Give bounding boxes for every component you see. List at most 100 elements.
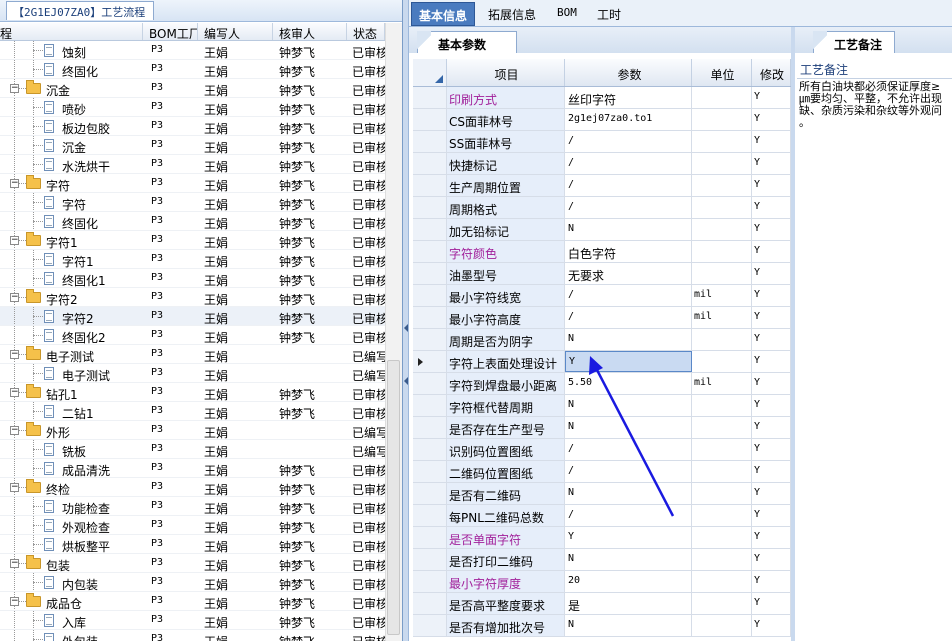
row-header[interactable] <box>413 571 447 592</box>
param-value-cell[interactable]: / <box>565 439 692 460</box>
col-process[interactable]: 程 <box>0 23 143 40</box>
tree-node-cell[interactable]: 功能检查 <box>0 497 143 515</box>
param-modify-cell[interactable]: Y <box>752 615 791 636</box>
collapse-toggle-icon[interactable]: − <box>10 350 19 359</box>
row-header[interactable] <box>413 87 447 108</box>
tree-node-cell[interactable]: 入库 <box>0 611 143 629</box>
collapse-toggle-icon[interactable]: − <box>10 388 19 397</box>
param-modify-cell[interactable]: Y <box>752 263 791 284</box>
tab-basic-info[interactable]: 基本信息 <box>411 2 476 26</box>
row-header[interactable] <box>413 483 447 504</box>
param-value-cell[interactable]: / <box>565 505 692 526</box>
tree-group-row[interactable]: − 字符2 P3 王娟 钟梦飞 已审核 <box>0 288 385 307</box>
tree-step-row[interactable]: 终固化 P3 王娟 钟梦飞 已审核 <box>0 60 385 79</box>
param-modify-cell[interactable]: Y <box>752 241 791 262</box>
tree-step-row[interactable]: 喷砂 P3 王娟 钟梦飞 已审核 <box>0 98 385 117</box>
tree-group-row[interactable]: − 终检 P3 王娟 钟梦飞 已审核 <box>0 478 385 497</box>
param-row[interactable]: 周期是否为阴字 N Y <box>413 329 791 351</box>
param-row[interactable]: SS面菲林号 / Y <box>413 131 791 153</box>
row-header[interactable] <box>413 241 447 262</box>
tree-step-row[interactable]: 功能检查 P3 王娟 钟梦飞 已审核 <box>0 497 385 516</box>
tree-node-cell[interactable]: 沉金 <box>0 136 143 154</box>
tree-node-cell[interactable]: − 外形 <box>0 421 143 439</box>
tree-node-cell[interactable]: 喷砂 <box>0 98 143 116</box>
tree-step-row[interactable]: 电子测试 P3 王娟 已编写 <box>0 364 385 383</box>
tree-group-row[interactable]: − 字符 P3 王娟 钟梦飞 已审核 <box>0 174 385 193</box>
tree-node-cell[interactable]: 烘板整平 <box>0 535 143 553</box>
param-modify-cell[interactable]: Y <box>752 439 791 460</box>
tree-node-cell[interactable]: 铣板 <box>0 440 143 458</box>
param-row[interactable]: 识别码位置图纸 / Y <box>413 439 791 461</box>
tree-node-cell[interactable]: 内包装 <box>0 573 143 591</box>
tree-step-row[interactable]: 内包装 P3 王娟 钟梦飞 已审核 <box>0 573 385 592</box>
param-row[interactable]: 是否高平整度要求是 Y <box>413 593 791 615</box>
row-header[interactable] <box>413 461 447 482</box>
param-value-cell[interactable]: / <box>565 131 692 152</box>
tab-bom[interactable]: BOM <box>550 2 584 26</box>
param-row[interactable]: 周期格式 / Y <box>413 197 791 219</box>
param-value-cell[interactable]: / <box>565 197 692 218</box>
param-value-cell[interactable]: N <box>565 219 692 240</box>
param-value-cell[interactable]: / <box>565 153 692 174</box>
param-modify-cell[interactable]: Y <box>752 329 791 350</box>
row-header[interactable] <box>413 153 447 174</box>
param-value-cell[interactable]: N <box>565 549 692 570</box>
param-modify-cell[interactable]: Y <box>752 549 791 570</box>
param-modify-cell[interactable]: Y <box>752 307 791 328</box>
row-header[interactable] <box>413 109 447 130</box>
param-value-cell[interactable]: N <box>565 483 692 504</box>
process-flow-tab[interactable]: 【2G1EJ07ZA0】工艺流程 <box>6 1 155 20</box>
tab-extended-info[interactable]: 拓展信息 <box>481 2 543 26</box>
param-row[interactable]: 最小字符高度 / mil Y <box>413 307 791 329</box>
param-row[interactable]: 是否有二维码 N Y <box>413 483 791 505</box>
tree-step-row[interactable]: 铣板 P3 王娟 已编写 <box>0 440 385 459</box>
param-value-cell[interactable]: 5.50 <box>565 373 692 394</box>
collapse-toggle-icon[interactable]: − <box>10 179 19 188</box>
tree-node-cell[interactable]: 终固化 <box>0 212 143 230</box>
row-header[interactable] <box>413 395 447 416</box>
row-header[interactable] <box>413 549 447 570</box>
tree-node-cell[interactable]: 终固化2 <box>0 326 143 344</box>
tab-basic-params[interactable]: 基本参数 <box>417 31 517 53</box>
tree-node-cell[interactable]: 字符 <box>0 193 143 211</box>
param-value-cell[interactable]: / <box>565 461 692 482</box>
select-all-corner[interactable] <box>413 59 447 86</box>
tree-node-cell[interactable]: 成品清洗 <box>0 459 143 477</box>
param-row[interactable]: 是否打印二维码 N Y <box>413 549 791 571</box>
param-modify-cell[interactable]: Y <box>752 417 791 438</box>
param-value-cell[interactable]: Y <box>565 351 692 372</box>
remarks-text[interactable]: 所有白油块都必须保证厚度≥ ㎛要均匀、平整，不允许出现 缺、杂质污染和杂纹等外观… <box>799 81 952 129</box>
tree-step-row[interactable]: 入库 P3 王娟 钟梦飞 已审核 <box>0 611 385 630</box>
tree-step-row[interactable]: 字符1 P3 王娟 钟梦飞 已审核 <box>0 250 385 269</box>
param-modify-cell[interactable]: Y <box>752 461 791 482</box>
collapse-left-icon-2[interactable] <box>404 377 408 385</box>
tree-group-row[interactable]: − 沉金 P3 王娟 钟梦飞 已审核 <box>0 79 385 98</box>
row-header[interactable] <box>413 285 447 306</box>
row-header[interactable] <box>413 527 447 548</box>
tree-node-cell[interactable]: − 终检 <box>0 478 143 496</box>
param-value-cell[interactable]: N <box>565 417 692 438</box>
tree-step-row[interactable]: 沉金 P3 王娟 钟梦飞 已审核 <box>0 136 385 155</box>
tree-group-row[interactable]: − 钻孔1 P3 王娟 钟梦飞 已审核 <box>0 383 385 402</box>
param-modify-cell[interactable]: Y <box>752 505 791 526</box>
param-modify-cell[interactable]: Y <box>752 153 791 174</box>
row-header[interactable] <box>413 329 447 350</box>
tree-group-row[interactable]: − 字符1 P3 王娟 钟梦飞 已审核 <box>0 231 385 250</box>
param-value-cell[interactable]: 无要求 <box>565 263 692 284</box>
row-header[interactable] <box>413 439 447 460</box>
tree-node-cell[interactable]: 外观检查 <box>0 516 143 534</box>
param-value-cell[interactable]: / <box>565 175 692 196</box>
tree-node-cell[interactable]: − 电子测试 <box>0 345 143 363</box>
collapse-toggle-icon[interactable]: − <box>10 559 19 568</box>
tree-group-row[interactable]: − 电子测试 P3 王娟 已编写 <box>0 345 385 364</box>
tree-node-cell[interactable]: 字符2 <box>0 307 143 325</box>
row-header[interactable] <box>413 593 447 614</box>
param-row[interactable]: 加无铅标记 N Y <box>413 219 791 241</box>
param-modify-cell[interactable]: Y <box>752 131 791 152</box>
col-item[interactable]: 项目 <box>447 59 565 86</box>
tree-node-cell[interactable]: 水洗烘干 <box>0 155 143 173</box>
param-modify-cell[interactable]: Y <box>752 593 791 614</box>
param-modify-cell[interactable]: Y <box>752 175 791 196</box>
col-unit[interactable]: 单位 <box>692 59 752 86</box>
tree-step-row[interactable]: 外观检查 P3 王娟 钟梦飞 已审核 <box>0 516 385 535</box>
